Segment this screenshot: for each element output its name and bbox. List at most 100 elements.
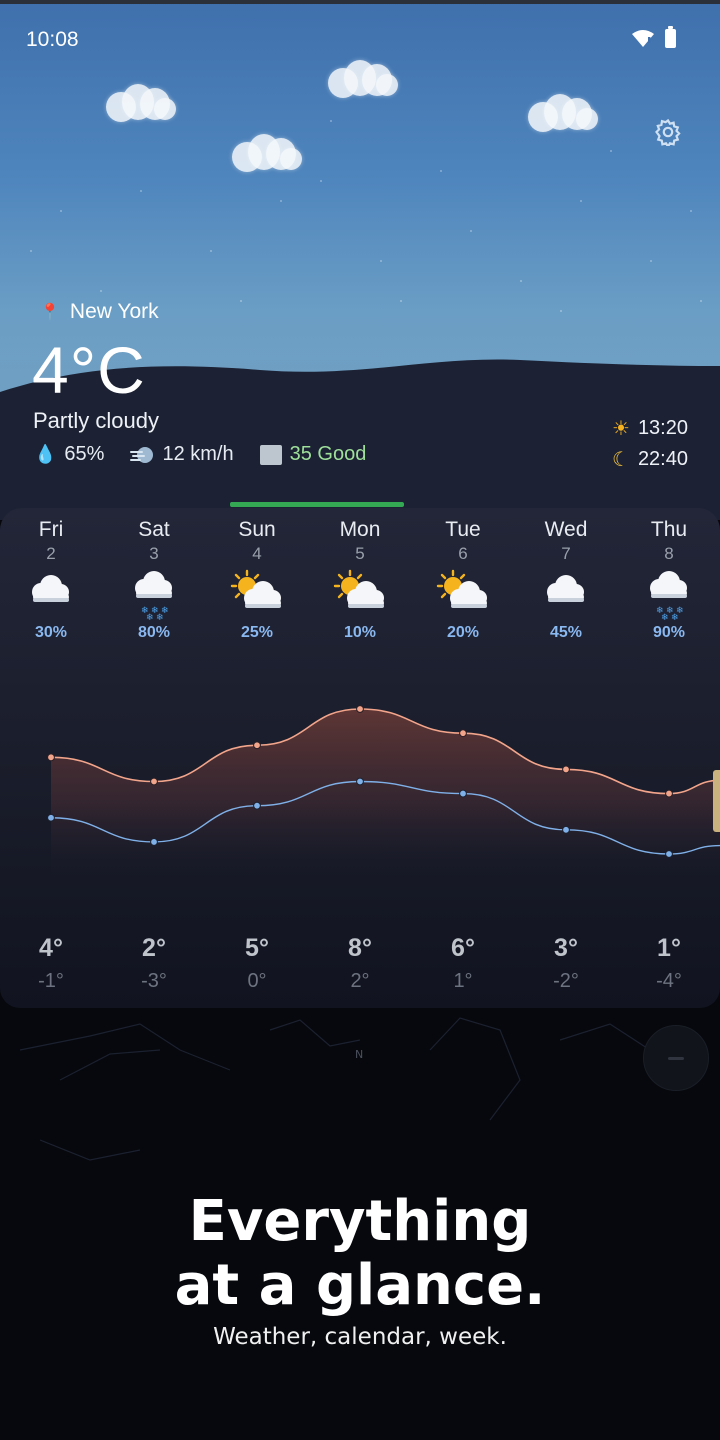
day-name: Mon bbox=[339, 518, 381, 541]
high-temp-point bbox=[562, 765, 570, 774]
low-temp-point bbox=[356, 777, 364, 786]
day-date: 5 bbox=[355, 544, 365, 563]
star-dot bbox=[280, 200, 282, 202]
aqi-metric: 35 Good bbox=[259, 443, 367, 466]
high-temp-point bbox=[459, 729, 467, 738]
day-date: 3 bbox=[149, 544, 159, 563]
star-dot bbox=[560, 310, 562, 312]
svg-text:❄: ❄ bbox=[146, 613, 154, 623]
sunrise-time: 13:20 bbox=[637, 417, 688, 439]
promo-subtitle: Weather, calendar, week. bbox=[213, 1324, 507, 1350]
precip-probability: 20% bbox=[446, 624, 480, 641]
wifi-icon bbox=[632, 30, 654, 47]
status-icons bbox=[631, 25, 676, 48]
high-temp: 5° bbox=[245, 934, 269, 962]
low-temp: -4° bbox=[656, 970, 682, 992]
cloud-icon bbox=[32, 575, 69, 602]
day-weather-icon: ❄ ❄ ❄ ❄ ❄ bbox=[629, 568, 709, 624]
day-weather-icon: ❄ ❄ ❄ ❄ ❄ bbox=[114, 568, 194, 624]
cloud-decoration bbox=[232, 132, 304, 174]
star-dot bbox=[210, 250, 212, 252]
wind-value: 12 km/h bbox=[162, 443, 234, 465]
forecast-day-thu[interactable]: Thu 8 ❄ ❄ ❄ ❄ ❄ 90% bbox=[629, 518, 709, 642]
precip-probability: 25% bbox=[240, 624, 274, 641]
high-temp-point bbox=[356, 705, 364, 713]
air-quality-icon bbox=[259, 444, 282, 465]
high-temp-point bbox=[150, 777, 158, 786]
aqi-value: 35 Good bbox=[289, 443, 367, 465]
current-condition: Partly cloudy bbox=[33, 408, 159, 433]
low-temp-point bbox=[665, 850, 673, 858]
sun-icon: ☀ bbox=[612, 418, 630, 440]
star-dot bbox=[320, 180, 322, 182]
forecast-day-wed[interactable]: Wed 7 45% bbox=[526, 518, 606, 642]
partly-sunny-icon bbox=[436, 569, 487, 608]
day-weather-icon bbox=[423, 568, 503, 624]
star-dot bbox=[140, 190, 142, 192]
star-dot bbox=[30, 250, 32, 252]
day-name: Wed bbox=[544, 518, 588, 541]
star-dot bbox=[60, 210, 62, 212]
promo-headline: Everything at a glance. bbox=[0, 1190, 720, 1318]
compass-north-label: N bbox=[355, 1048, 363, 1061]
precip-probability: 90% bbox=[652, 624, 686, 641]
svg-text:❄: ❄ bbox=[671, 613, 679, 623]
settings-gear-icon[interactable] bbox=[654, 118, 682, 146]
forecast-day-tue[interactable]: Tue 6 20% bbox=[423, 518, 503, 642]
day-name: Sun bbox=[238, 518, 276, 541]
precip-probability: 30% bbox=[34, 624, 68, 641]
high-temp-point bbox=[47, 753, 55, 762]
precip-probability: 10% bbox=[343, 624, 377, 641]
star-dot bbox=[690, 210, 692, 212]
day-name: Tue bbox=[445, 518, 481, 541]
high-temp: 2° bbox=[142, 934, 166, 962]
day-name: Fri bbox=[38, 518, 64, 541]
location-row[interactable]: 📍 New York bbox=[40, 300, 159, 324]
svg-text:❄: ❄ bbox=[661, 613, 669, 623]
low-temp-point bbox=[253, 801, 261, 810]
location-name: New York bbox=[69, 300, 159, 323]
star-dot bbox=[330, 120, 332, 122]
wind-icon bbox=[130, 446, 154, 463]
status-top-edge bbox=[0, 0, 720, 4]
zoom-out-button[interactable] bbox=[643, 1025, 709, 1091]
day-name: Sat bbox=[138, 518, 170, 541]
high-temp-point bbox=[253, 741, 261, 750]
snow-cloud-icon: ❄ ❄ ❄❄ ❄ bbox=[135, 571, 172, 623]
high-temp: 3° bbox=[554, 934, 578, 962]
low-temp: -2° bbox=[553, 970, 579, 992]
sunrise-row: ☀ 13:20 bbox=[612, 413, 688, 444]
cloud-decoration bbox=[328, 58, 400, 100]
current-temperature: 4°C bbox=[32, 333, 146, 407]
scroll-handle[interactable] bbox=[713, 770, 720, 832]
star-dot bbox=[470, 230, 472, 232]
low-temp-point bbox=[47, 813, 55, 822]
snow-cloud-icon: ❄ ❄ ❄❄ ❄ bbox=[650, 571, 687, 623]
star-dot bbox=[700, 300, 702, 302]
precip-probability: 45% bbox=[549, 624, 583, 641]
humidity-metric: 💧 65% bbox=[34, 443, 104, 466]
low-temp: -1° bbox=[38, 970, 64, 992]
day-date: 2 bbox=[46, 544, 56, 563]
partly-sunny-icon bbox=[333, 569, 384, 608]
star-dot bbox=[520, 280, 522, 282]
sunset-time: 22:40 bbox=[637, 448, 688, 470]
sun-moon-times: ☀ 13:20 ☾ 22:40 bbox=[612, 413, 688, 475]
water-drop-icon: 💧 bbox=[34, 444, 57, 464]
day-date: 8 bbox=[664, 544, 674, 563]
star-dot bbox=[580, 200, 582, 202]
forecast-day-fri[interactable]: Fri 2 30% bbox=[11, 518, 91, 642]
forecast-day-mon[interactable]: Mon 5 10% bbox=[320, 518, 400, 642]
high-temp: 4° bbox=[39, 934, 63, 962]
day-weather-icon bbox=[526, 568, 606, 624]
current-metrics: 💧 65% 12 km/h 35 Good bbox=[34, 443, 366, 466]
day-weather-icon bbox=[320, 568, 400, 624]
forecast-day-sun[interactable]: Sun 4 25% bbox=[217, 518, 297, 642]
partly-sunny-icon bbox=[230, 569, 281, 608]
low-temp-point bbox=[459, 789, 467, 798]
high-temp-point bbox=[665, 789, 673, 798]
forecast-day-sat[interactable]: Sat 3 ❄ ❄ ❄ ❄ ❄ 80% bbox=[114, 518, 194, 642]
low-temp: 1° bbox=[453, 970, 473, 992]
low-temp: 2° bbox=[350, 970, 370, 992]
temperature-range-area bbox=[51, 709, 720, 880]
